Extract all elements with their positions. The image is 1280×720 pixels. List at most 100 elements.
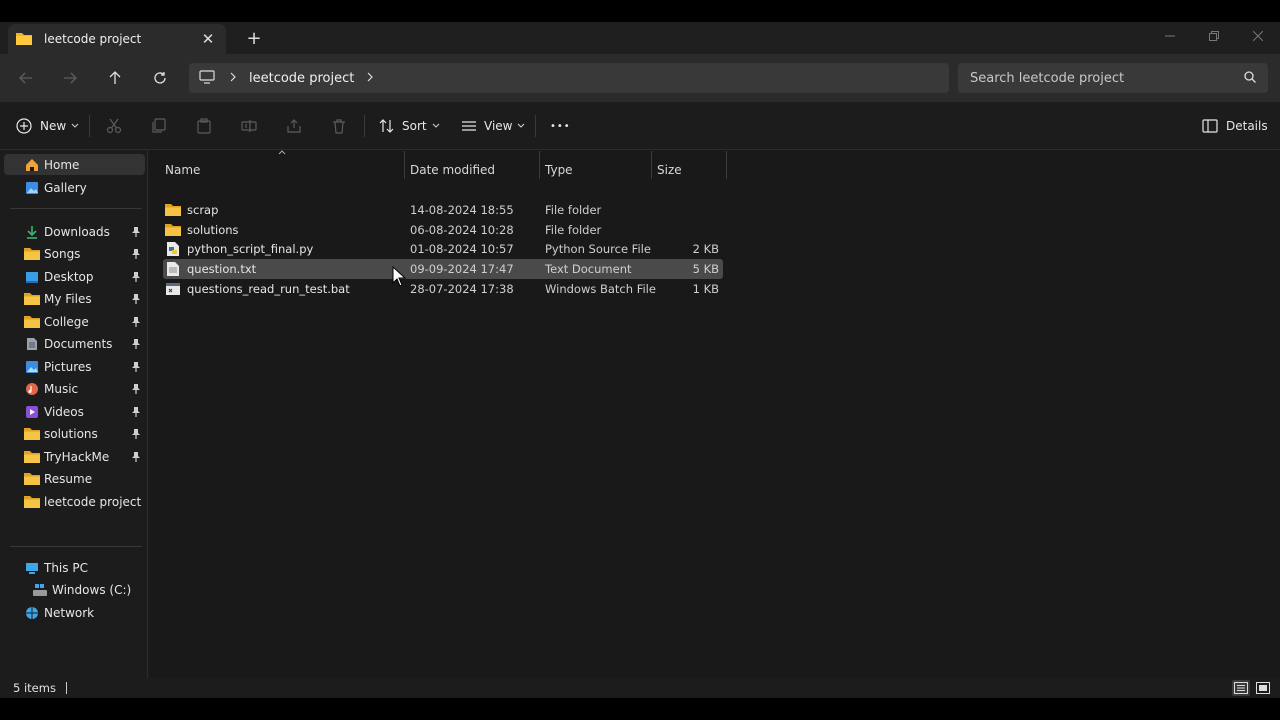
address-bar[interactable]: leetcode project (189, 63, 949, 93)
details-view-button[interactable] (1232, 680, 1250, 696)
cut-button[interactable] (106, 114, 122, 138)
batch-file-icon (165, 281, 181, 297)
sidebar-item-resume[interactable]: Resume (4, 469, 145, 490)
file-type: Text Document (545, 262, 632, 277)
file-explorer-window: leetcode project ✕ + leetcode project Se… (0, 22, 1280, 698)
file-size (653, 220, 719, 240)
column-separator[interactable] (651, 151, 652, 179)
sidebar-item-tryhackme[interactable]: TryHackMe (4, 446, 145, 467)
gallery-icon (24, 180, 40, 196)
forward-button[interactable] (58, 66, 82, 90)
chevron-right-icon[interactable] (229, 71, 237, 85)
sidebar-divider (10, 546, 142, 547)
table-row[interactable]: python_script_final.py 01-08-2024 10:57 Py… (163, 239, 723, 259)
sidebar-item-college[interactable]: College (4, 311, 145, 332)
share-button[interactable] (286, 114, 302, 138)
pin-icon[interactable] (129, 292, 143, 306)
pin-icon[interactable] (129, 315, 143, 329)
sidebar-item-solutions[interactable]: solutions (4, 424, 145, 445)
sidebar-item-windows-c[interactable]: Windows (C:) (4, 579, 145, 600)
chevron-right-icon[interactable] (366, 71, 374, 85)
pin-icon[interactable] (129, 247, 143, 261)
sidebar-item-label: This PC (44, 560, 88, 575)
column-separator[interactable] (539, 151, 540, 179)
rename-icon (241, 120, 257, 132)
copy-icon (152, 118, 166, 133)
table-row[interactable]: scrap 14-08-2024 18:55 File folder (163, 200, 723, 220)
sidebar-divider (10, 208, 142, 209)
sidebar-item-documents[interactable]: Documents (4, 334, 145, 355)
title-bar: leetcode project ✕ + (0, 22, 1280, 54)
breadcrumb-leetcode-project[interactable]: leetcode project (249, 71, 354, 86)
search-box[interactable] (958, 63, 1268, 93)
new-tab-button[interactable]: + (244, 28, 264, 49)
pin-icon[interactable] (129, 405, 143, 419)
column-separator[interactable] (726, 151, 727, 179)
view-button[interactable]: View (461, 114, 525, 138)
sidebar-item-label: Desktop (44, 269, 94, 284)
text-file-icon (165, 261, 181, 277)
paste-button[interactable] (196, 114, 212, 138)
rename-button[interactable] (241, 114, 257, 138)
folder-icon (16, 31, 32, 48)
pin-icon[interactable] (129, 270, 143, 284)
sidebar-item-this-pc[interactable]: This PC (4, 557, 145, 578)
minimize-button[interactable] (1148, 22, 1192, 50)
file-date: 28-07-2024 17:38 (410, 281, 514, 296)
pin-icon[interactable] (129, 450, 143, 464)
sort-button[interactable]: Sort (379, 114, 440, 138)
column-header-date[interactable]: Date modified (410, 158, 495, 182)
file-name: scrap (187, 203, 219, 217)
sidebar-item-network[interactable]: Network (4, 602, 145, 623)
restore-icon (1209, 31, 1219, 41)
pin-icon[interactable] (129, 427, 143, 441)
sidebar-item-desktop[interactable]: Desktop (4, 266, 145, 287)
new-button[interactable]: New (16, 114, 79, 138)
pin-icon[interactable] (129, 360, 143, 374)
more-options-button[interactable]: ••• (550, 114, 571, 138)
back-button[interactable] (14, 66, 38, 90)
column-header-type[interactable]: Type (545, 158, 573, 182)
column-header-size[interactable]: Size (657, 158, 682, 182)
tab-leetcode-project[interactable]: leetcode project ✕ (8, 24, 226, 54)
details-pane-button[interactable]: Details (1202, 114, 1268, 138)
table-row[interactable]: solutions 06-08-2024 10:28 File folder (163, 220, 723, 240)
sidebar-item-downloads[interactable]: Downloads (4, 221, 145, 242)
drive-icon (32, 582, 48, 598)
file-type: Python Source File (545, 242, 651, 257)
column-header-name[interactable]: Name (165, 158, 200, 182)
address-bar-row: leetcode project (0, 54, 1280, 102)
large-icons-view-button[interactable] (1254, 680, 1272, 696)
tab-title: leetcode project (44, 32, 142, 46)
up-button[interactable] (103, 66, 127, 90)
sidebar-item-label: TryHackMe (44, 449, 110, 464)
sidebar-item-videos[interactable]: Videos (4, 401, 145, 422)
sidebar-item-my-files[interactable]: My Files (4, 289, 145, 310)
large-icons-view-icon (1256, 682, 1270, 694)
sidebar-item-home[interactable]: Home (4, 154, 145, 175)
sort-ascending-icon (278, 150, 286, 155)
refresh-button[interactable] (148, 66, 172, 90)
search-input[interactable] (970, 70, 1244, 86)
sidebar-item-music[interactable]: Music (4, 379, 145, 400)
pin-icon[interactable] (129, 225, 143, 239)
folder-icon (24, 246, 40, 262)
folder-icon (165, 222, 181, 238)
sidebar-item-songs[interactable]: Songs (4, 244, 145, 265)
pin-icon[interactable] (129, 382, 143, 396)
column-separator[interactable] (404, 151, 405, 179)
close-window-button[interactable] (1236, 22, 1280, 50)
maximize-button[interactable] (1192, 22, 1236, 50)
delete-button[interactable] (331, 114, 347, 138)
search-icon (1244, 70, 1256, 86)
tab-close-button[interactable]: ✕ (198, 29, 218, 49)
sidebar-item-gallery[interactable]: Gallery (4, 177, 145, 198)
table-row[interactable]: questions_read_run_test.bat 28-07-2024 17… (163, 279, 723, 299)
copy-button[interactable] (151, 114, 167, 138)
desktop-icon (24, 269, 40, 285)
folder-icon (24, 291, 40, 307)
sidebar-item-leetcode-project[interactable]: leetcode project (4, 491, 145, 512)
sidebar-item-pictures[interactable]: Pictures (4, 356, 145, 377)
pin-icon[interactable] (129, 337, 143, 351)
table-row[interactable]: question.txt 09-09-2024 17:47 Text Documen… (163, 259, 723, 280)
